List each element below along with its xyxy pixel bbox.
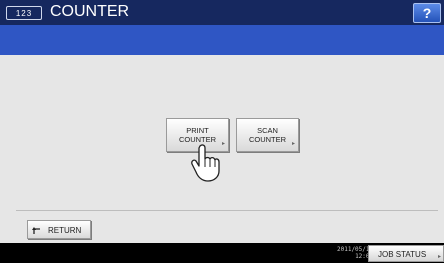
counter-icon: 123: [6, 6, 42, 20]
arrow-icon: ▸: [291, 141, 295, 147]
return-arrow-icon: [32, 227, 40, 234]
print-counter-label: PRINT COUNTER: [178, 126, 217, 144]
header-band: [0, 25, 444, 55]
hand-pointer-icon: [191, 144, 220, 182]
job-status-button[interactable]: JOB STATUS ▸: [368, 245, 444, 262]
help-button[interactable]: ?: [413, 3, 441, 23]
scan-counter-button[interactable]: SCAN COUNTER ▸: [236, 118, 299, 152]
title-bar: 123 COUNTER ?: [0, 0, 444, 25]
scan-counter-label: SCAN COUNTER: [248, 126, 287, 144]
status-bar: 2011/05/10 12:09 JOB STATUS ▸: [0, 243, 444, 263]
page-title: COUNTER: [50, 3, 130, 20]
return-button[interactable]: RETURN: [27, 220, 91, 239]
return-label: RETURN: [48, 226, 82, 235]
divider: [16, 210, 438, 211]
arrow-icon: ▸: [437, 254, 441, 260]
job-status-label: JOB STATUS: [378, 250, 427, 259]
